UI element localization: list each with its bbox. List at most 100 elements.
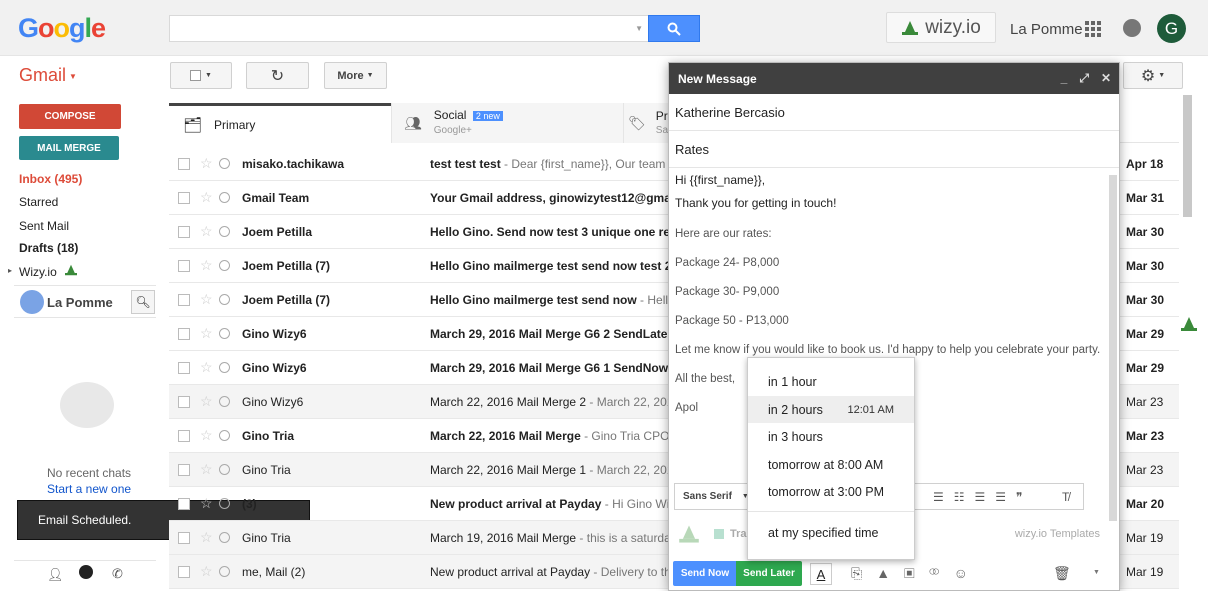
row-checkbox[interactable] [178, 463, 190, 476]
compose-button[interactable]: COMPOSE [19, 104, 121, 129]
hangouts-user[interactable]: La Pomme 🔍︎ [14, 285, 156, 318]
sidebar-item-inbox[interactable]: Inbox (495) [19, 172, 82, 186]
clock-icon[interactable] [219, 396, 230, 407]
clear-format-icon[interactable]: T̸ [1062, 490, 1069, 504]
subject-field[interactable]: Rates [669, 131, 1119, 168]
start-chat-link[interactable]: Start a new one [47, 482, 131, 496]
to-field[interactable]: Katherine Bercasio [669, 94, 1119, 131]
account-name[interactable]: La Pomme [1010, 21, 1083, 38]
close-icon[interactable]: ✕ [1101, 71, 1111, 86]
expand-arrow-icon[interactable]: ▸ [8, 266, 12, 275]
row-checkbox[interactable] [178, 565, 190, 578]
search-options-icon[interactable]: ▼ [635, 24, 643, 33]
star-icon[interactable]: ☆ [200, 461, 213, 478]
clock-icon[interactable] [219, 192, 230, 203]
clock-icon[interactable] [219, 566, 230, 577]
expand-icon[interactable]: ⤢ [1079, 71, 1089, 86]
star-icon[interactable]: ☆ [200, 189, 213, 206]
font-select[interactable]: Sans Serif [683, 491, 732, 502]
star-icon[interactable]: ☆ [200, 563, 213, 580]
body-line: Package 50 - P13,000 [675, 315, 789, 327]
wizy-hat-icon[interactable] [1180, 316, 1198, 335]
row-subject: Your Gmail address, ginowizytest12@gmail… [430, 191, 670, 205]
sidebar-item-drafts[interactable]: Drafts (18) [19, 241, 78, 255]
menu-item-tomorrow-8am[interactable]: tomorrow at 8:00 AM [748, 451, 914, 478]
clock-icon[interactable] [219, 158, 230, 169]
select-checkbox-button[interactable]: ▼ [170, 62, 232, 89]
menu-item-time: 12:01 AM [847, 403, 894, 416]
person-icon[interactable]: 👤︎ [47, 567, 64, 583]
settings-button[interactable]: ⚙ ▼ [1123, 62, 1183, 89]
notifications-icon[interactable] [1123, 19, 1141, 37]
clock-icon[interactable] [219, 532, 230, 543]
more-options-icon[interactable]: ▼ [1093, 569, 1100, 576]
row-checkbox[interactable] [178, 157, 190, 170]
snippet-text: - March 22, 2016 [589, 462, 670, 477]
star-icon[interactable]: ☆ [200, 529, 213, 546]
tracking-checkbox[interactable] [714, 529, 724, 539]
clock-icon[interactable] [219, 294, 230, 305]
menu-item-3-hours[interactable]: in 3 hours [748, 423, 914, 450]
avatar[interactable]: G [1157, 14, 1186, 43]
attachment-icons[interactable]: ⎘▲▣⚭☺ [851, 565, 982, 582]
clock-icon[interactable] [219, 430, 230, 441]
row-checkbox[interactable] [178, 191, 190, 204]
clock-icon[interactable] [219, 260, 230, 271]
mail-merge-button[interactable]: MAIL MERGE [19, 136, 119, 160]
sidebar-item-wizy[interactable]: Wizy.io [19, 264, 78, 279]
star-icon[interactable]: ☆ [200, 359, 213, 376]
star-icon[interactable]: ☆ [200, 291, 213, 308]
text-format-icon[interactable]: A [810, 563, 832, 585]
compose-header[interactable]: New Message _ ⤢ ✕ [669, 63, 1119, 94]
row-checkbox[interactable] [178, 531, 190, 544]
row-checkbox[interactable] [178, 497, 190, 510]
gmail-menu[interactable]: Gmail ▼ [19, 65, 77, 86]
google-logo[interactable]: Google [18, 13, 106, 44]
clock-icon[interactable] [219, 498, 230, 509]
star-icon[interactable]: ☆ [200, 427, 213, 444]
clock-icon[interactable] [219, 362, 230, 373]
menu-item-specified-time[interactable]: at my specified time [748, 519, 914, 546]
star-icon[interactable]: ☆ [200, 393, 213, 410]
compose-scrollbar[interactable] [1109, 175, 1117, 521]
star-icon[interactable]: ☆ [200, 325, 213, 342]
minimize-icon[interactable]: _ [1061, 71, 1068, 86]
star-icon[interactable]: ☆ [200, 155, 213, 172]
wizy-button[interactable]: wizy.io [886, 12, 996, 43]
row-checkbox[interactable] [178, 429, 190, 442]
trash-icon[interactable]: 🗑︎ [1053, 565, 1071, 582]
hangouts-icon[interactable] [79, 565, 93, 579]
menu-item-tomorrow-3pm[interactable]: tomorrow at 3:00 PM [748, 478, 914, 505]
phone-icon[interactable]: ✆ [112, 566, 123, 582]
send-now-button[interactable]: Send Now [673, 561, 737, 586]
sidebar-item-starred[interactable]: Starred [19, 195, 58, 209]
row-checkbox[interactable] [178, 259, 190, 272]
search-button[interactable] [648, 15, 700, 42]
menu-item-2-hours[interactable]: in 2 hours 12:01 AM [748, 396, 914, 423]
chevron-down-icon: ▼ [1158, 72, 1166, 79]
row-checkbox[interactable] [178, 327, 190, 340]
row-checkbox[interactable] [178, 293, 190, 306]
star-icon[interactable]: ☆ [200, 223, 213, 240]
clock-icon[interactable] [219, 464, 230, 475]
search-people-icon[interactable]: 🔍︎ [131, 290, 155, 314]
clock-icon[interactable] [219, 226, 230, 237]
refresh-button[interactable]: ↻ [246, 62, 309, 89]
apps-grid-icon[interactable] [1085, 21, 1101, 37]
scrollbar[interactable] [1183, 95, 1192, 217]
templates-link[interactable]: wizy.io Templates [1015, 528, 1100, 540]
sidebar-item-sent[interactable]: Sent Mail [19, 219, 69, 233]
tab-social[interactable]: 👥︎ Social 2 new Google+ [391, 103, 623, 143]
more-button[interactable]: More ▼ [324, 62, 387, 89]
tab-primary[interactable]: 🗂︎ Primary [169, 103, 391, 143]
send-later-button[interactable]: Send Later [736, 561, 802, 586]
row-checkbox[interactable] [178, 361, 190, 374]
star-icon[interactable]: ☆ [200, 495, 213, 512]
clock-icon[interactable] [219, 328, 230, 339]
list-format-icons[interactable]: ☰☷☰☰❞ [933, 490, 1033, 504]
search-input[interactable]: ▼ [169, 15, 649, 42]
star-icon[interactable]: ☆ [200, 257, 213, 274]
menu-item-1-hour[interactable]: in 1 hour [748, 368, 914, 395]
row-checkbox[interactable] [178, 225, 190, 238]
row-checkbox[interactable] [178, 395, 190, 408]
